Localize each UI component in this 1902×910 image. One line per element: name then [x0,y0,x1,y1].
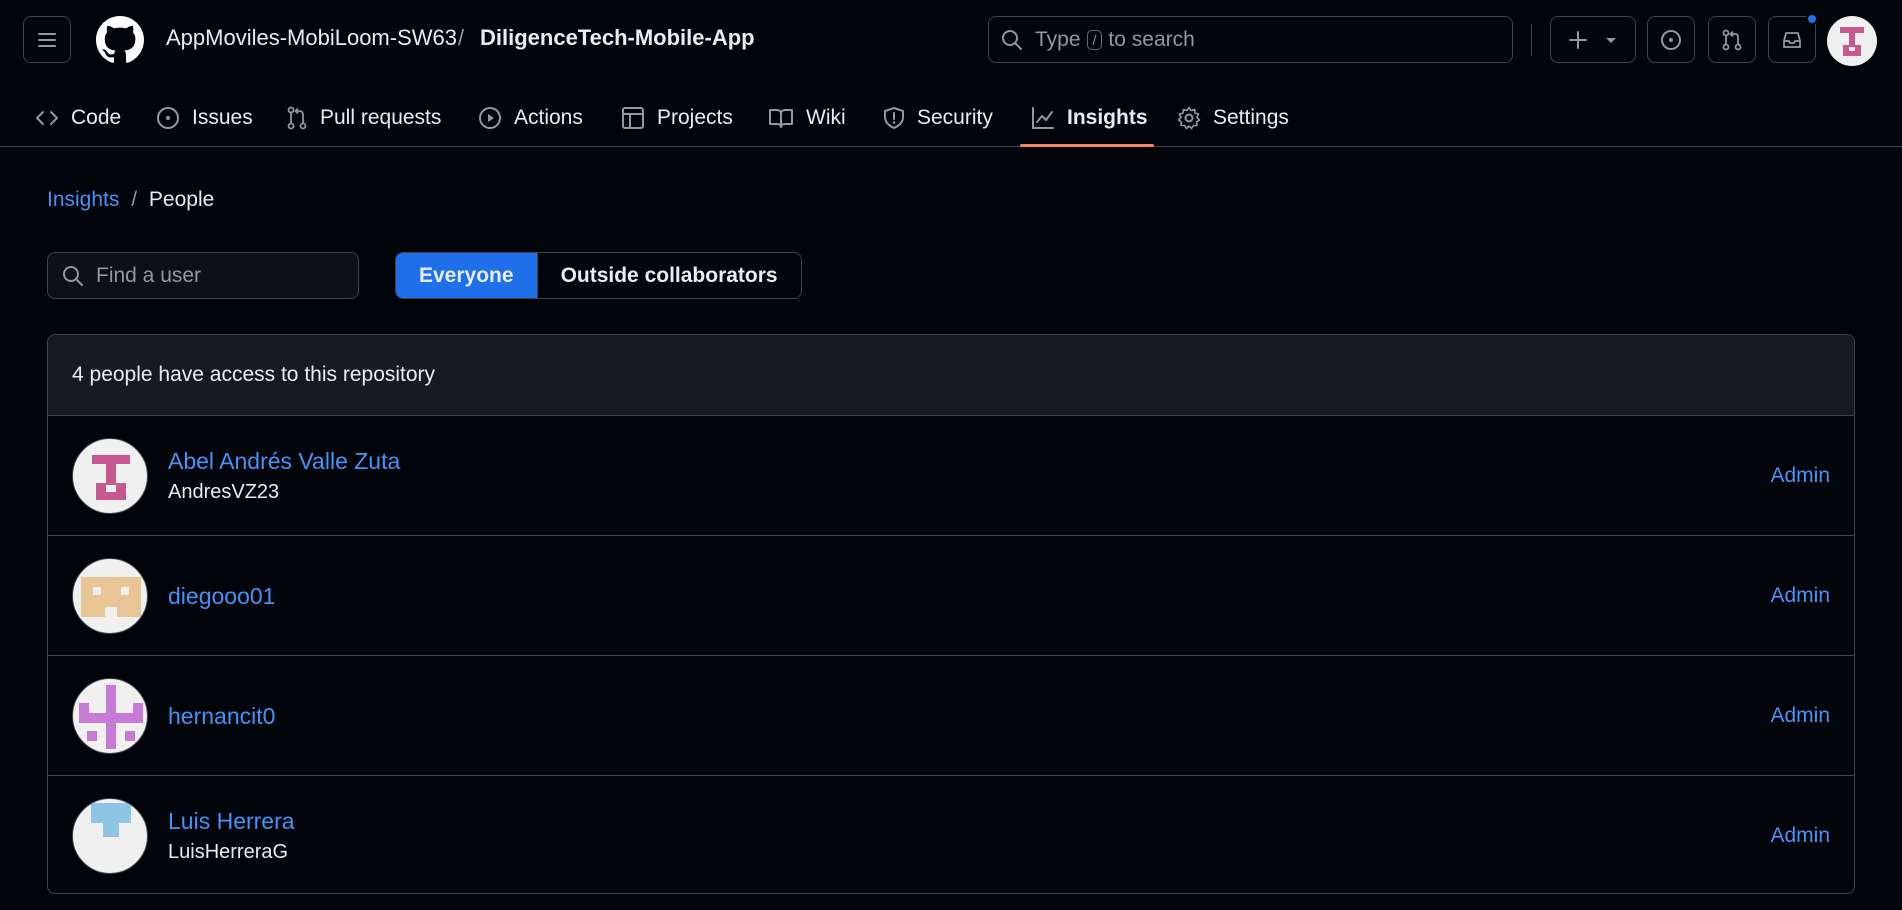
access-summary: 4 people have access to this repository [72,363,436,386]
tab-code-label: Code [71,106,122,129]
find-user-input[interactable]: Find a user [47,252,359,299]
breadcrumb-insights-link[interactable]: Insights [47,188,119,211]
header-divider [1531,24,1532,56]
member-identity: hernancit0 [168,656,275,776]
member-name-link[interactable]: hernancit0 [168,703,275,730]
issue-opened-icon [1661,29,1681,50]
outside-collaborators-filter-button[interactable]: Outside collaborators [538,253,801,298]
tab-insights[interactable]: Insights [1031,90,1148,146]
list-item: Abel Andrés Valle Zuta AndresVZ23 Admin [48,416,1854,536]
tab-projects-label: Projects [657,106,733,129]
create-new-button[interactable] [1550,16,1636,63]
member-role-link[interactable]: Admin [1770,656,1830,776]
git-pull-request-icon [1722,29,1742,50]
unread-notification-dot [1806,13,1818,25]
repo-nav: Code Issues Pull requests Actions Projec… [0,90,1902,147]
repo-owner-link[interactable]: AppMoviles-MobiLoom-SW63 [166,25,457,51]
everyone-filter-button[interactable]: Everyone [396,253,538,298]
your-issues-button[interactable] [1647,16,1695,63]
member-role-link[interactable]: Admin [1770,416,1830,536]
plus-icon [1569,30,1587,49]
tab-pull-requests[interactable]: Pull requests [286,90,441,146]
search-suffix: to search [1108,27,1195,51]
inbox-icon [1783,31,1801,48]
list-item: Luis Herrera LuisHerreraG Admin [48,776,1854,893]
repo-path-separator: / [458,25,465,50]
graph-icon [1032,107,1054,129]
tab-insights-label: Insights [1067,106,1148,129]
global-search-input[interactable]: Type / to search [988,16,1513,63]
book-icon [769,109,793,128]
member-role-link[interactable]: Admin [1770,776,1830,893]
tab-actions[interactable]: Actions [478,90,583,146]
people-list-header: 4 people have access to this repository [48,335,1854,416]
github-logo[interactable] [96,16,144,64]
member-identity: Luis Herrera LuisHerreraG [168,776,295,893]
list-item: diegooo01 Admin [48,536,1854,656]
avatar[interactable] [72,558,148,634]
tab-wiki[interactable]: Wiki [768,90,846,146]
avatar[interactable] [72,438,148,514]
avatar[interactable] [72,798,148,874]
tab-issues[interactable]: Issues [156,90,253,146]
gear-icon [1177,106,1201,130]
tab-pull-requests-label: Pull requests [320,106,442,129]
member-identity: Abel Andrés Valle Zuta AndresVZ23 [168,416,400,536]
collaborator-filter-segmented-control: Everyone Outside collaborators [395,252,802,299]
member-identity: diegooo01 [168,536,275,656]
member-role-link[interactable]: Admin [1770,536,1830,656]
tab-projects[interactable]: Projects [621,90,733,146]
page-title: People [148,188,215,211]
search-shortcut-key: / [1086,29,1103,50]
your-pull-requests-button[interactable] [1708,16,1756,63]
play-icon [479,107,501,129]
user-avatar-menu[interactable] [1827,16,1877,66]
list-item: hernancit0 Admin [48,656,1854,776]
member-name-link[interactable]: Abel Andrés Valle Zuta [168,448,400,475]
breadcrumb-separator: / [131,188,138,211]
avatar[interactable] [72,678,148,754]
menu-icon [38,32,56,47]
menu-button[interactable] [23,16,71,63]
find-user-placeholder: Find a user [96,263,202,287]
tab-wiki-label: Wiki [806,106,846,129]
tab-settings-label: Settings [1213,106,1289,129]
tab-issues-label: Issues [192,106,253,129]
member-login: LuisHerreraG [168,841,289,863]
table-icon [622,107,644,129]
member-login: AndresVZ23 [168,481,280,503]
git-pull-request-icon [287,106,307,130]
tab-actions-label: Actions [514,106,583,129]
breadcrumb: Insights / People [47,188,214,212]
search-prefix: Type [1035,27,1081,51]
member-name-link[interactable]: diegooo01 [168,583,275,610]
active-tab-indicator [1020,144,1154,147]
people-list: 4 people have access to this repository … [47,334,1855,894]
search-icon [63,265,83,286]
tab-security-label: Security [917,106,993,129]
tab-settings[interactable]: Settings [1177,90,1289,146]
issue-opened-icon [157,107,179,129]
search-icon [1002,29,1022,50]
shield-icon [884,107,904,129]
code-icon [36,111,58,125]
repo-name-link[interactable]: DiligenceTech-Mobile-App [480,25,755,51]
tab-code[interactable]: Code [35,90,121,146]
tab-security[interactable]: Security [883,90,993,146]
member-name-link[interactable]: Luis Herrera [168,808,295,835]
search-placeholder: Type / to search [1035,28,1195,52]
global-header: AppMoviles-MobiLoom-SW63 / DiligenceTech… [0,0,1902,80]
triangle-down-icon [1606,37,1616,43]
